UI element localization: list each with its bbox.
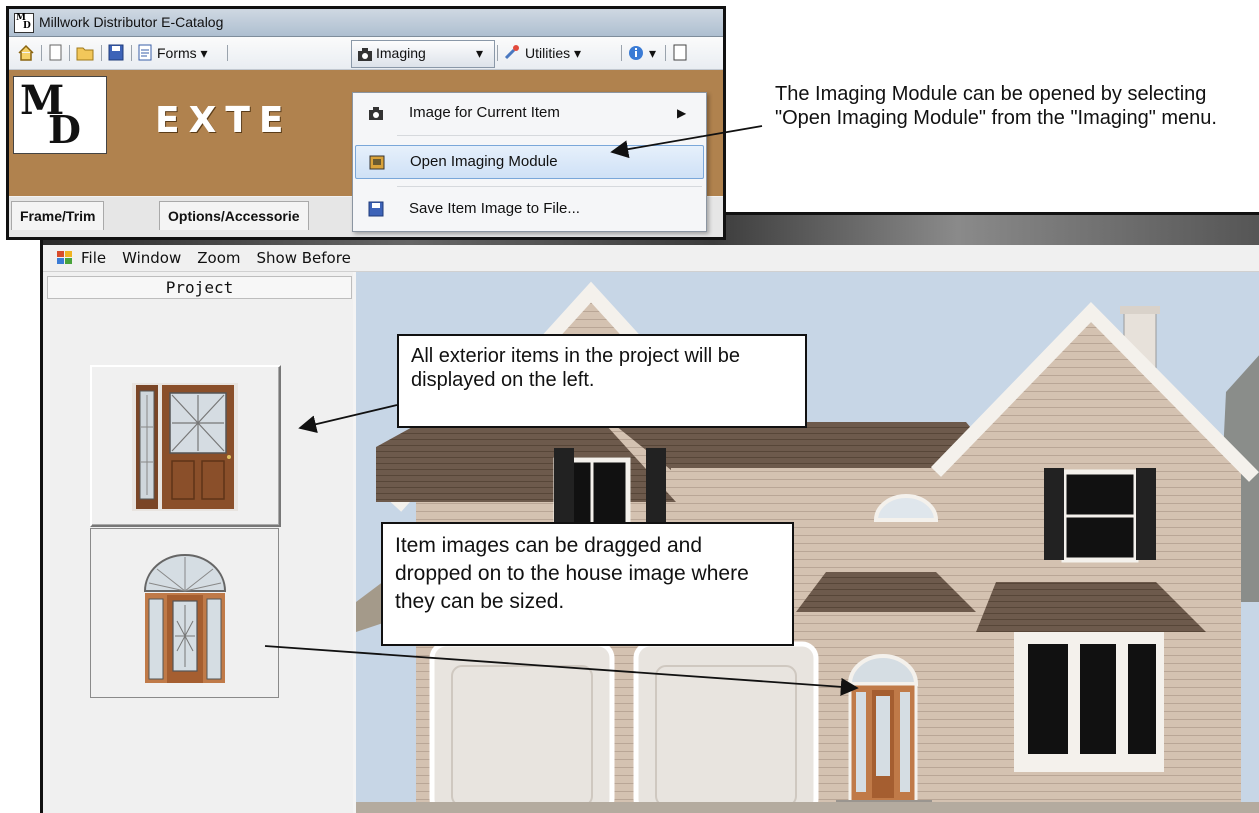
calculator-icon[interactable] [671, 42, 689, 64]
tab-frame-trim[interactable]: Frame/Trim [11, 201, 105, 230]
title-bar: M D Millwork Distributor E-Catalog [9, 9, 723, 37]
utilities-icon [504, 45, 519, 60]
menu-item-image-current[interactable]: Image for Current Item ▶ [355, 97, 702, 129]
project-item-door-arch[interactable] [90, 528, 279, 698]
info-dropdown-arrow[interactable]: ▾ [649, 42, 656, 64]
annotation-drag-drop: Item images can be dragged and dropped o… [381, 522, 794, 646]
imaging-menu-button[interactable]: Imaging ▾ [351, 40, 495, 68]
door-arch-image [143, 554, 227, 683]
imaging-app-icon [57, 251, 73, 265]
new-document-icon[interactable] [47, 42, 63, 64]
project-item-door-sidelite[interactable] [90, 365, 281, 527]
menu-show-before[interactable]: Show Before [257, 249, 351, 267]
menu-window[interactable]: Window [122, 249, 181, 267]
imaging-module-window: File Window Zoom Show Before Project [40, 212, 1259, 813]
window-title: Millwork Distributor E-Catalog [39, 14, 224, 30]
info-icon[interactable] [627, 42, 645, 64]
project-items-panel: Project [43, 272, 353, 813]
home-icon[interactable] [17, 42, 35, 64]
camera-icon [358, 48, 372, 61]
camera-icon [369, 107, 383, 120]
menu-file[interactable]: File [81, 249, 106, 267]
imaging-menubar: File Window Zoom Show Before [43, 245, 1259, 272]
forms-icon [138, 44, 152, 61]
imaging-dropdown-menu: Image for Current Item ▶ Open Imaging Mo… [352, 92, 707, 232]
menu-zoom[interactable]: Zoom [197, 249, 240, 267]
annotation-left-items: All exterior items in the project will b… [397, 334, 807, 428]
door-sidelite-image [132, 383, 238, 511]
exterior-banner: EXTE [155, 100, 293, 141]
utilities-menu[interactable]: Utilities ▾ [525, 42, 581, 64]
forms-menu[interactable]: Forms ▾ [157, 42, 208, 64]
tab-options-accessories[interactable]: Options/Accessorie [159, 201, 309, 230]
submenu-arrow-icon: ▶ [677, 106, 687, 120]
menu-item-open-imaging-module[interactable]: Open Imaging Module [355, 145, 704, 179]
ecatalog-window: M D Millwork Distributor E-Catalog Forms… [6, 6, 726, 240]
annotation-open-module: The Imaging Module can be opened by sele… [775, 83, 1217, 129]
save-icon[interactable] [107, 42, 125, 64]
open-folder-icon[interactable] [75, 42, 95, 64]
save-icon [368, 201, 384, 217]
imaging-module-icon [369, 155, 385, 170]
md-title-logo-icon: M D [14, 13, 34, 33]
md-logo: M D [13, 76, 107, 154]
toolbar: Forms ▾ Imaging ▾ Utilities ▾ ▾ [9, 37, 723, 70]
project-header: Project [47, 276, 352, 299]
menu-item-save-item-image[interactable]: Save Item Image to File... [355, 193, 702, 225]
